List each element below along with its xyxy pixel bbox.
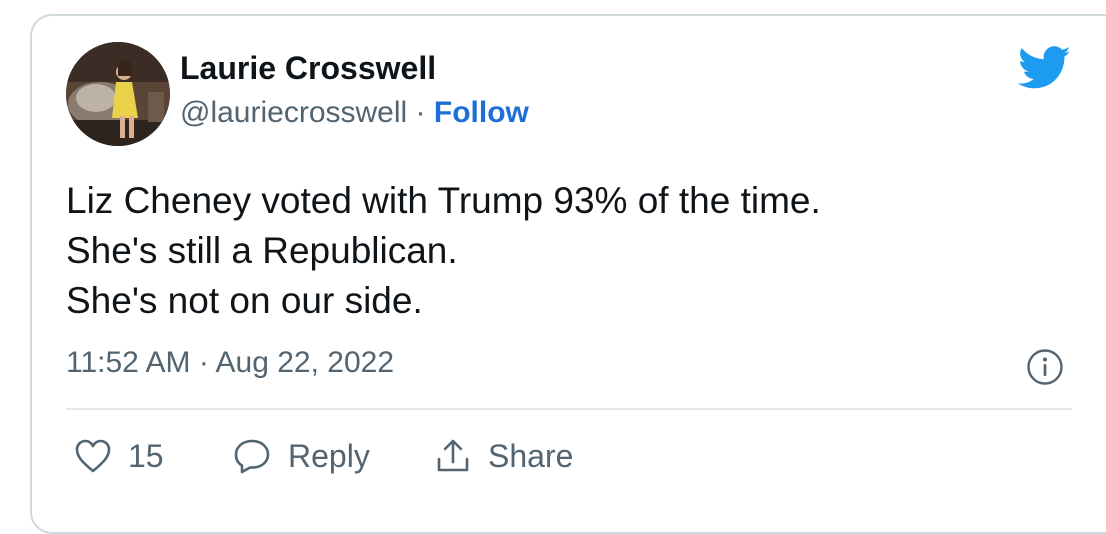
author-display-name[interactable]: Laurie Crosswell [180,50,436,87]
heart-icon [75,439,111,473]
speech-bubble-icon [234,439,270,474]
reply-button[interactable]: Reply [232,434,370,478]
like-button[interactable]: 15 [74,434,164,478]
tweet-text-line: She's not on our side. [66,280,423,321]
twitter-bird-icon[interactable] [1018,46,1072,90]
avatar[interactable] [66,42,170,146]
share-upload-icon [437,439,469,472]
author-handle-row: @lauriecrosswell · Follow [180,96,529,130]
follow-button[interactable]: Follow [434,96,529,129]
like-count: 15 [128,437,164,474]
separator-dot: · [415,96,426,129]
author-handle[interactable]: @lauriecrosswell [180,96,407,129]
reply-label: Reply [288,437,370,474]
avatar-photo [66,42,170,146]
tweet-text-line: She's still a Republican. [66,230,458,271]
share-button[interactable]: Share [434,434,573,478]
tweet-timestamp[interactable]: 11:52 AM · Aug 22, 2022 [66,346,394,380]
share-label: Share [488,437,574,474]
info-icon[interactable] [1026,348,1064,386]
tweet-text: Liz Cheney voted with Trump 93% of the t… [66,176,821,326]
divider [66,408,1072,410]
tweet-text-line: Liz Cheney voted with Trump 93% of the t… [66,180,821,221]
